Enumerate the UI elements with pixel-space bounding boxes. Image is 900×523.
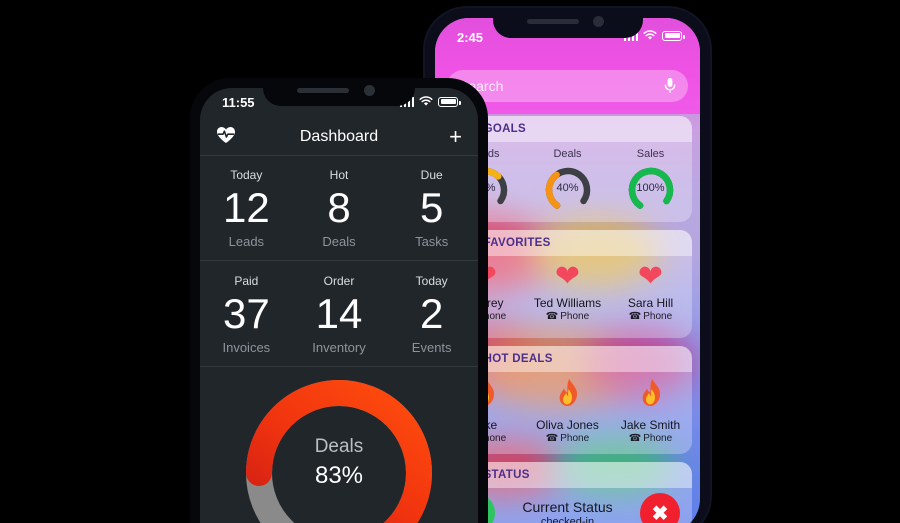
status-text-block: Current Status checked-in [495, 499, 640, 523]
gauge-value: 40% [556, 182, 579, 194]
flame-icon [639, 378, 663, 414]
list-item[interactable]: ❤ Sara Hill ☎ Phone [609, 256, 692, 323]
heart-icon: ❤ [637, 260, 664, 293]
search-placeholder: Search [459, 78, 504, 94]
stat-label-top: Order [323, 274, 355, 289]
stat-cell-inventory[interactable]: Order 14 Inventory [293, 263, 386, 366]
flame-icon [556, 378, 580, 414]
close-circle-icon[interactable]: ✖ [640, 493, 680, 523]
list-item[interactable]: Jake Smith ☎ Phone [609, 372, 692, 444]
heart-pulse-icon[interactable] [216, 126, 236, 147]
battery-icon [438, 96, 461, 107]
front-phone-notch [263, 78, 415, 106]
person-contact: ☎Phone [628, 311, 673, 322]
stat-number: 8 [327, 184, 351, 232]
donut-value: 83% [314, 462, 364, 489]
stat-label-top: Paid [234, 274, 259, 289]
wifi-icon [419, 96, 433, 106]
stat-label-bottom: Leads [228, 233, 265, 249]
donut-chart: Deals 83% [240, 374, 438, 523]
heart-icon: ❤ [554, 260, 581, 293]
front-navbar: Dashboard + [200, 118, 478, 156]
stat-label-top: Today [415, 274, 448, 289]
person-name: Sara Hill [627, 296, 674, 310]
person-contact: ☎Phone [628, 433, 673, 444]
person-contact: ☎Phone [545, 433, 590, 444]
phone-icon: ☎ [545, 433, 559, 444]
donut-chart-section: Deals 83% [200, 374, 478, 523]
phone-icon: ☎ [628, 433, 642, 444]
stat-cell-tasks[interactable]: Due 5 Tasks [385, 157, 478, 260]
stat-label-bottom: Tasks [415, 233, 449, 249]
gauge-item-deals[interactable]: Deals 40% [526, 148, 609, 216]
front-phone-device: 11:55 Dashboard + Today 12 Leads Hot 8 D… [190, 78, 488, 523]
stat-label-bottom: Events [411, 339, 452, 355]
person-name: Oliva Jones [536, 418, 599, 432]
stat-cell-events[interactable]: Today 2 Events [385, 263, 478, 366]
back-status-time: 2:45 [457, 30, 484, 45]
stat-label-bottom: Invoices [222, 339, 271, 355]
status-title: Current Status [522, 498, 613, 515]
gauge-value: 100% [636, 182, 665, 194]
stat-label-top: Due [420, 168, 443, 183]
stat-cell-deals[interactable]: Hot 8 Deals [293, 157, 386, 260]
wifi-icon [643, 30, 657, 40]
front-camera [592, 16, 604, 27]
plus-icon[interactable]: + [449, 125, 462, 148]
stat-number: 37 [222, 290, 270, 338]
battery-icon [662, 30, 685, 41]
gauge-sales: 100% [625, 164, 677, 216]
person-contact: ☎Phone [545, 311, 590, 322]
status-subtitle: checked-in [540, 515, 595, 523]
back-phone-notch [492, 8, 643, 38]
list-item[interactable]: Oliva Jones ☎ Phone [526, 372, 609, 444]
stat-label-bottom: Deals [322, 233, 356, 249]
speaker-grille [526, 19, 579, 24]
phone-icon: ☎ [628, 311, 642, 322]
person-name: Ted Williams [533, 296, 602, 310]
gauge-item-sales[interactable]: Sales 100% [609, 148, 692, 216]
stat-label-top: Today [230, 168, 263, 183]
list-item[interactable]: ❤ Ted Williams ☎ Phone [526, 256, 609, 323]
search-input[interactable]: Search [447, 70, 688, 102]
stat-number: 14 [315, 290, 363, 338]
gauge-deals: 40% [542, 164, 594, 216]
stat-cell-invoices[interactable]: Paid 37 Invoices [200, 263, 293, 366]
front-phone-screen: 11:55 Dashboard + Today 12 Leads Hot 8 D… [200, 88, 478, 523]
speaker-grille [297, 88, 349, 93]
stat-row-secondary: Paid 37 Invoices Order 14 Inventory Toda… [200, 263, 478, 367]
stat-row-primary: Today 12 Leads Hot 8 Deals Due 5 Tasks [200, 157, 478, 261]
stat-number: 12 [222, 184, 270, 232]
page-title: Dashboard [299, 127, 379, 145]
stat-label-top: Hot [329, 168, 349, 183]
donut-label: Deals [314, 436, 364, 457]
front-camera [364, 85, 375, 96]
screenshot-stage: 2:45 Search CRM GOALS Deals 40% Sales 10… [0, 0, 900, 523]
stat-label-bottom: Inventory [312, 339, 366, 355]
stat-cell-leads[interactable]: Today 12 Leads [200, 157, 293, 260]
stat-number: 2 [420, 290, 444, 338]
phone-icon: ☎ [545, 311, 559, 322]
person-name: Jake Smith [620, 418, 681, 432]
donut-center-label: Deals 83% [240, 436, 438, 490]
front-status-time: 11:55 [222, 95, 255, 110]
microphone-icon[interactable] [664, 77, 676, 95]
stat-number: 5 [420, 184, 444, 232]
